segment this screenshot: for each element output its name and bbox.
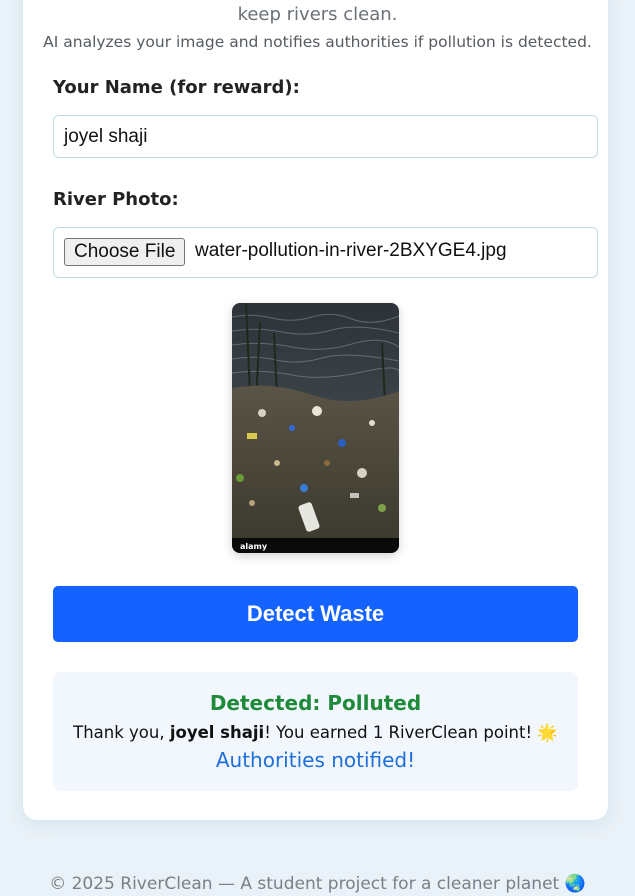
thanks-suffix: ! You earned 1 RiverClean point! 🌟: [264, 723, 558, 742]
footer: © 2025 RiverClean — A student project fo…: [49, 874, 586, 894]
detect-waste-button[interactable]: Detect Waste: [53, 586, 578, 642]
selected-file-name: water-pollution-in-river-2BXYGE4.jpg: [195, 240, 507, 261]
preview-watermark: alamy: [240, 542, 268, 551]
thanks-prefix: Thank you,: [73, 723, 170, 742]
photo-label: River Photo:: [53, 189, 179, 210]
river-photo-image: alamy: [232, 303, 399, 553]
photo-preview: alamy: [232, 303, 399, 553]
tagline: keep rivers clean.: [237, 4, 398, 25]
file-input[interactable]: Choose File water-pollution-in-river-2BX…: [53, 227, 598, 278]
result-thanks: Thank you, joyel shaji! You earned 1 Riv…: [53, 723, 578, 743]
name-input[interactable]: joyel shaji: [53, 115, 598, 158]
result-user-name: joyel shaji: [169, 723, 265, 742]
choose-file-button[interactable]: Choose File: [64, 238, 186, 266]
result-status: Detected: Polluted: [209, 691, 422, 715]
result-panel: Detected: Polluted Thank you, joyel shaj…: [53, 672, 578, 791]
subtitle: AI analyzes your image and notifies auth…: [43, 33, 592, 51]
name-label: Your Name (for reward):: [53, 77, 300, 98]
authorities-notified: Authorities notified!: [215, 748, 416, 772]
name-input-value: joyel shaji: [64, 126, 148, 147]
